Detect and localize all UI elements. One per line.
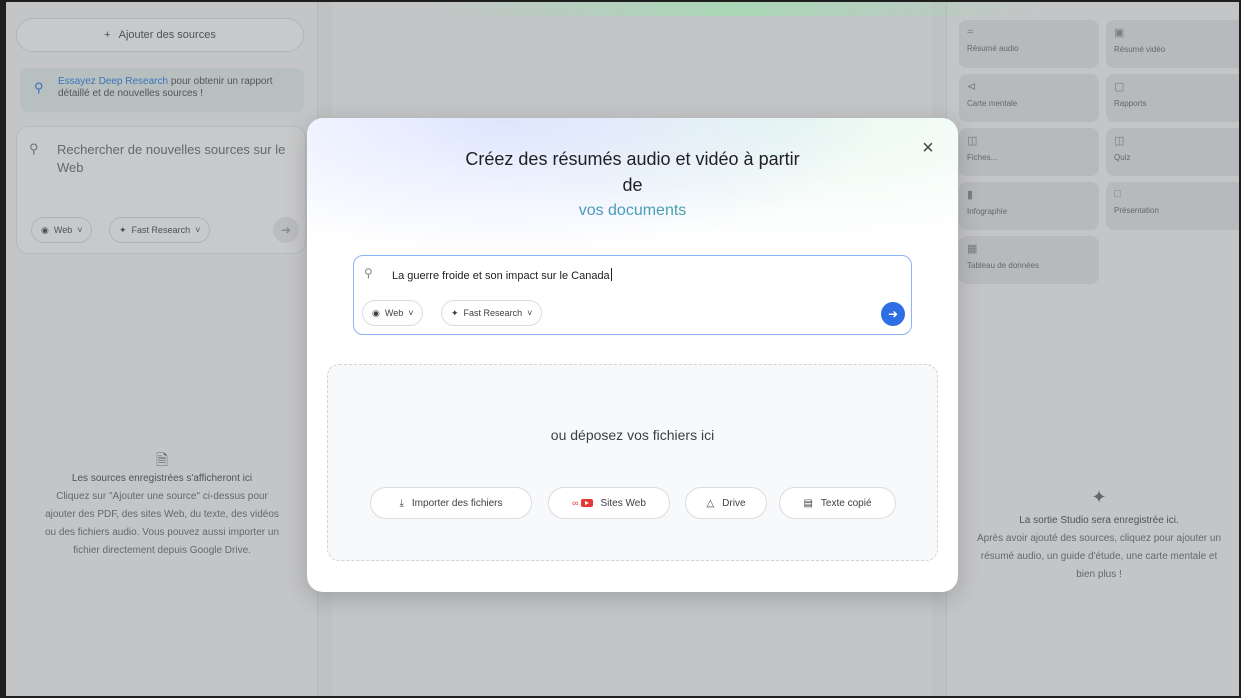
submit-query-button[interactable]: ➜ [881,302,905,326]
research-mode-chip[interactable]: ✦ Fast Research ˅ [441,300,543,326]
dialog-title: Créez des résumés audio et vidéo à parti… [307,146,958,224]
import-files-button[interactable]: ⤓ Importer des fichiers [370,487,532,519]
app-window: + Ajouter des sources ⚲ Essayez Deep Res… [0,0,1241,698]
query-value: La guerre froide et son impact sur le Ca… [392,270,610,282]
drop-zone-label: ou déposez vos fichiers ici [550,427,715,443]
copied-text-label: Texte copié [820,497,872,509]
link-youtube-icon: ∞ [572,498,593,508]
research-chip-label: Fast Research [463,308,523,318]
clipboard-icon: ▤ [803,497,813,509]
sparkle-search-icon: ✦ [451,307,459,318]
add-sources-dialog: × Créez des résumés audio et vidéo à par… [307,118,958,592]
web-chip[interactable]: ◉ Web ˅ [362,300,424,326]
globe-icon: ◉ [372,307,380,318]
dialog-title-line: de [622,175,643,195]
research-query-box[interactable]: ⚲ La guerre froide et son impact sur le … [353,255,912,335]
dialog-title-highlight: vos documents [307,198,958,224]
import-files-label: Importer des fichiers [411,497,503,509]
chevron-down-icon: ˅ [527,308,533,318]
drive-label: Drive [722,497,746,509]
web-chip-label: Web [384,308,404,318]
top-glow-decoration [426,2,1046,16]
research-query-input[interactable]: La guerre froide et son impact sur le Ca… [392,268,612,282]
search-icon: ⚲ [364,266,373,280]
drive-icon: △ [706,497,715,509]
websites-button[interactable]: ∞ Sites Web [548,487,670,519]
text-caret [610,268,612,281]
copied-text-button[interactable]: ▤ Texte copié [779,487,896,519]
drive-button[interactable]: △ Drive [685,487,767,519]
arrow-right-icon: ➜ [887,307,899,321]
dialog-title-line: Créez des résumés audio et vidéo à parti… [465,149,800,169]
file-drop-zone[interactable]: ou déposez vos fichiers ici ⤓ Importer d… [327,364,938,561]
chevron-down-icon: ˅ [408,308,414,318]
upload-icon: ⤓ [399,497,404,509]
websites-label: Sites Web [600,497,646,509]
